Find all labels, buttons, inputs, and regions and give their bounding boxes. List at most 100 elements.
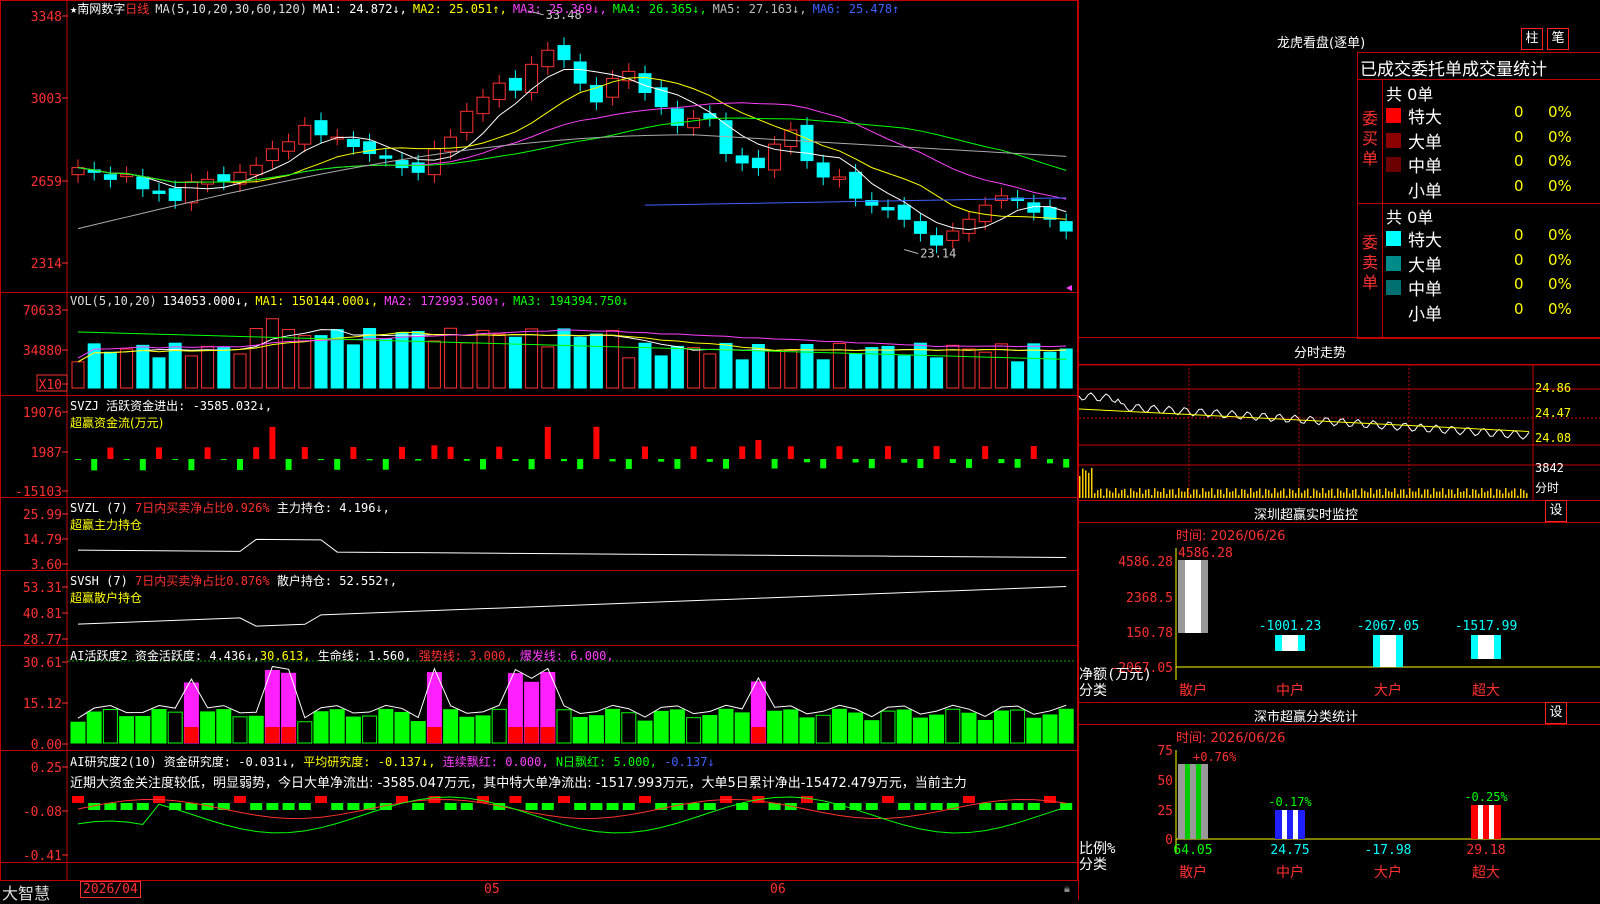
fenshi-vol-bar <box>1322 488 1324 498</box>
candle <box>152 190 166 194</box>
ai1-bar <box>151 708 167 744</box>
svzj-line2: 超赢资金流(万元) <box>70 416 164 430</box>
monitor-title: 深圳超赢实时监控 <box>1254 508 1359 523</box>
date-label[interactable]: 2026/04 <box>80 881 141 898</box>
fenshi-vol-bar <box>1205 491 1207 498</box>
ai1-bar <box>605 708 621 744</box>
fenshi-vol-bar <box>1334 495 1336 498</box>
ai2-bar <box>298 803 311 810</box>
ai2-bar <box>541 803 554 810</box>
ai2-header: AI研究度2(10) 资金研究度: -0.031↓, 平均研究度: -0.137… <box>70 753 1075 791</box>
monitor-axis-label: 2368.5 <box>1126 591 1173 606</box>
vol-header-item: MA1: 150144.000↓, <box>255 294 379 308</box>
ai1-bar <box>345 716 361 744</box>
fenshi-vol-bar <box>1352 489 1354 498</box>
ai2-bar <box>250 803 263 810</box>
axis-label: 40.81 <box>23 607 62 622</box>
fenshi-vol-bar <box>1394 488 1396 498</box>
flow-bar <box>642 446 648 459</box>
fenshi-vol-bar <box>1190 494 1192 498</box>
ai2-bar <box>444 803 457 810</box>
fenshi-vol-bar <box>1406 494 1408 498</box>
flow-bar <box>318 459 324 461</box>
ai2-b: 平均研究度: -0.137↓, <box>303 755 436 769</box>
candle <box>508 77 522 91</box>
ai2-bar <box>347 803 360 810</box>
fenshi-vol-bar <box>1448 489 1450 498</box>
flow-bar <box>172 459 179 460</box>
ai1-bar <box>119 716 135 744</box>
class-axis-label: 25 <box>1157 804 1173 819</box>
sell-row-pct: 0% <box>1548 250 1572 269</box>
candle <box>346 138 360 147</box>
flow-bar <box>723 459 729 469</box>
fenshi-vol-bar <box>1340 490 1342 498</box>
ai2-bar <box>801 796 813 803</box>
fenshi-vol-bar <box>1250 488 1252 498</box>
flow-bar <box>123 459 130 460</box>
class-bar-core <box>1190 764 1196 839</box>
ai1-bar <box>297 721 313 744</box>
ma-header-item: MA(5,10,20,30,60,120) <box>155 2 307 16</box>
fenshi-vol-bar <box>1082 468 1084 498</box>
ai1-bar <box>491 708 507 744</box>
intraday-chart[interactable]: 24.86 24.47 24.08 3842 分时 <box>1079 364 1600 500</box>
monitor-settings-button[interactable]: 设 <box>1545 500 1567 522</box>
ai1-d: 强势线: 3.000, <box>418 649 513 663</box>
period-label[interactable]: 日线 <box>125 2 149 16</box>
axis-label: 70633 <box>23 304 62 319</box>
fenshi-axis-label: 24.86 <box>1535 381 1571 395</box>
ai2-bar <box>331 803 344 810</box>
lock-icon[interactable]: 🔒︎ <box>1064 882 1070 896</box>
ai1-bar <box>394 711 410 744</box>
class-chart: 75 50 25 0 +0.76% 64.05 散户 -0.17% 24.75 中户 -17.98 大… <box>1079 744 1600 881</box>
tick-view-button[interactable]: 笔 <box>1547 28 1569 50</box>
candle <box>282 141 296 152</box>
ai2-bar <box>817 803 830 810</box>
fenshi-vol-bar <box>1325 493 1327 498</box>
ai1-header: AI活跃度2 资金活跃度: 4.436↓,30.613, 生命线: 1.560,… <box>70 647 614 664</box>
volume-bar <box>508 336 522 389</box>
chart-frame <box>0 0 1078 881</box>
flow-bar <box>1063 459 1070 468</box>
buy-row-name: 特大 <box>1408 108 1442 128</box>
ai2-bar <box>72 796 84 803</box>
candle <box>751 157 765 169</box>
flow-bar <box>966 459 972 468</box>
fenshi-vol-bar <box>1469 495 1471 498</box>
fenshi-vol-bar <box>1151 495 1153 498</box>
ai2-bar <box>460 803 473 810</box>
fenshi-vol-bar <box>1313 488 1315 498</box>
candle <box>249 164 263 176</box>
sell-row-pct: 0% <box>1548 275 1572 293</box>
vol-header: VOL(5,10,20) 134053.000↓, MA1: 150144.000↓… <box>70 294 635 308</box>
candle <box>541 49 555 68</box>
ai1-bar <box>200 711 216 744</box>
class-settings-button[interactable]: 设 <box>1545 702 1567 724</box>
fenshi-vol-bar <box>1358 495 1360 498</box>
fenshi-vol-bar <box>1310 495 1312 498</box>
svzj-header: SVZJ 活跃资金进出: -3585.032↓, 超赢资金流(万元) <box>70 397 272 431</box>
volume-bar <box>946 344 960 389</box>
ma-header-item: MA3: 25.369↓, <box>512 2 607 16</box>
fenshi-vol-bar <box>1520 488 1522 498</box>
axis-label: 0.00 <box>31 738 62 753</box>
candle <box>265 148 279 162</box>
fenshi-vol-bar <box>1148 489 1150 498</box>
column-view-button[interactable]: 柱 <box>1521 28 1543 50</box>
ai2-bar <box>1027 803 1040 810</box>
class-category: 中户 <box>1276 864 1304 881</box>
fenshi-title: 分时走势 <box>1294 346 1347 361</box>
flow-bar <box>1014 459 1021 468</box>
ai1-bar <box>912 717 928 744</box>
fenshi-vol-bar <box>1439 491 1441 498</box>
ai2-bar <box>930 803 943 810</box>
fenshi-vol-bar <box>1307 488 1309 498</box>
volume-bar <box>768 350 782 389</box>
ai1-base <box>524 727 539 743</box>
flow-bar <box>625 459 632 469</box>
volume-bar <box>411 330 425 389</box>
fenshi-vol-bar <box>1361 488 1363 498</box>
axis-label: -0.41 <box>23 849 62 864</box>
ai1-base <box>751 727 766 743</box>
